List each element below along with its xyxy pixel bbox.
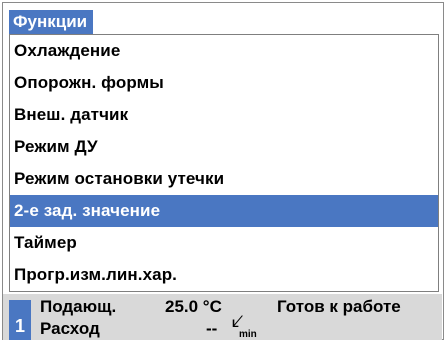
menu-item-second-setpoint[interactable]: 2-е зад. значение: [10, 195, 438, 227]
supply-temperature-value: 25.0 °C: [165, 297, 222, 316]
menu-item-cooling[interactable]: Охлаждение: [10, 35, 438, 67]
menu-title: Функции: [9, 10, 94, 34]
channel-number: 1: [14, 316, 25, 336]
flow-unit-denominator: min: [239, 329, 257, 340]
menu-item-ramp-program[interactable]: Прогр.изм.лин.хар.: [10, 259, 438, 291]
supply-label: Подающ.: [40, 297, 117, 316]
menu-item-mold-drain[interactable]: Опорожн. формы: [10, 67, 438, 99]
menu-item-timer[interactable]: Таймер: [10, 227, 438, 259]
machine-state: Готов к работе: [277, 297, 401, 316]
channel-indicator: 1: [9, 300, 31, 340]
menu-item-leak-stop-mode[interactable]: Режим остановки утечки: [10, 163, 438, 195]
status-bar: 1 Подающ. 25.0 °C Готов к работе Расход …: [3, 294, 442, 340]
function-menu-screen: Функции Охлаждение Опорожн. формы Внеш. …: [0, 0, 448, 343]
functions-panel: Охлаждение Опорожн. формы Внеш. датчик Р…: [9, 34, 439, 292]
menu-item-remote-mode[interactable]: Режим ДУ: [10, 131, 438, 163]
flow-unit: L min: [231, 315, 257, 340]
flow-label: Расход: [40, 319, 100, 338]
functions-menu-list: Охлаждение Опорожн. формы Внеш. датчик Р…: [10, 35, 438, 291]
flow-value: --: [206, 319, 218, 338]
menu-item-external-sensor[interactable]: Внеш. датчик: [10, 99, 438, 131]
